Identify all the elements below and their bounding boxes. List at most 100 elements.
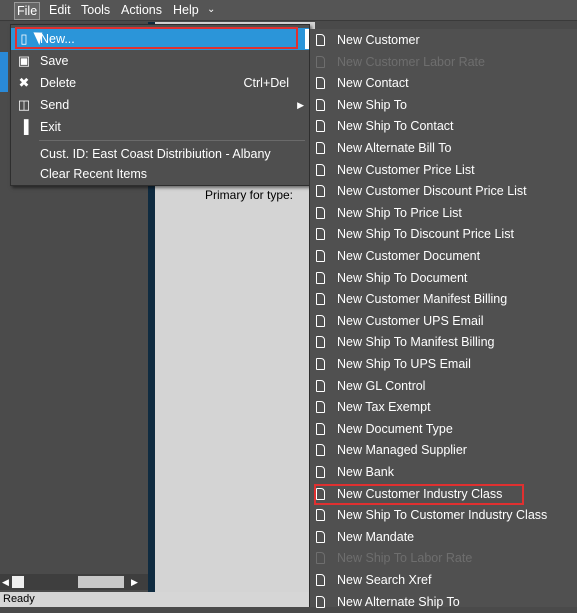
send-icon: ◫ (17, 97, 31, 112)
menu-help[interactable]: Help (170, 2, 202, 18)
new-document-icon (316, 228, 325, 241)
submenu-item-label: New Ship To Price List (337, 205, 462, 220)
submenu-item[interactable]: New Search Xref (310, 570, 577, 592)
submenu-item[interactable]: New Alternate Ship To (310, 592, 577, 613)
submenu-item[interactable]: New Managed Supplier (310, 440, 577, 462)
submenu-item[interactable]: New Bank (310, 462, 577, 484)
submenu-item[interactable]: New Ship To Customer Industry Class (310, 505, 577, 527)
scroll-handle-left[interactable] (12, 576, 24, 588)
menu-item-delete[interactable]: ✖ Delete Ctrl+Del (11, 72, 309, 94)
submenu-item[interactable]: New Ship To Contact (310, 116, 577, 138)
submenu-item[interactable]: New Customer Discount Price List (310, 181, 577, 203)
new-document-icon (316, 466, 325, 478)
submenu-item[interactable]: New Customer Price List (310, 160, 577, 182)
scroll-left-icon[interactable]: ◀ (2, 577, 9, 588)
menu-overflow-icon[interactable]: ⌄ (204, 2, 218, 18)
new-document-icon (316, 163, 325, 176)
new-document-icon (316, 336, 325, 349)
submenu-item-label: New Customer Labor Rate (337, 54, 485, 69)
submenu-item-label: New Managed Supplier (337, 443, 467, 458)
submenu-item: New Customer Labor Rate (310, 52, 577, 74)
scroll-right-icon[interactable]: ▶ (131, 577, 138, 588)
status-text: Ready (3, 593, 35, 605)
submenu-item[interactable]: New Document Type (310, 419, 577, 441)
submenu-item[interactable]: New Contact (310, 73, 577, 95)
menu-item-recent[interactable]: Cust. ID: East Coast Distribiution - Alb… (11, 143, 309, 165)
submenu-item[interactable]: New Ship To Price List (310, 203, 577, 225)
new-document-icon (316, 250, 325, 262)
submenu-item[interactable]: New Alternate Bill To (310, 138, 577, 160)
delete-icon: ✖ (18, 75, 30, 90)
submenu-item[interactable]: New Customer UPS Email (310, 311, 577, 333)
new-document-icon (316, 379, 325, 392)
submenu-item-label: New Customer Price List (337, 162, 475, 177)
menu-item-save-label: Save (40, 54, 69, 68)
new-document-icon (316, 98, 325, 111)
menu-tools[interactable]: Tools (78, 2, 113, 18)
annotation-highlight-new (15, 27, 298, 49)
new-document-icon (316, 444, 325, 457)
menu-edit[interactable]: Edit (46, 2, 74, 18)
horizontal-scrollbar[interactable]: ◀ ▶ (0, 574, 148, 590)
submenu-item[interactable]: New Mandate (310, 527, 577, 549)
new-document-icon (316, 77, 325, 90)
submenu-item[interactable]: New Tax Exempt (310, 397, 577, 419)
submenu-item-label: New Alternate Ship To (337, 594, 460, 609)
submenu-item[interactable]: New Ship To Manifest Billing (310, 332, 577, 354)
new-document-icon (316, 530, 325, 543)
submenu-item-label: New Ship To Manifest Billing (337, 335, 495, 350)
menu-item-save[interactable]: ▣ Save (11, 50, 309, 72)
submenu-item-label: New Bank (337, 465, 394, 479)
new-document-icon (316, 142, 325, 154)
submenu-item-label: New Ship To (337, 97, 407, 112)
submenu-item[interactable]: New Ship To UPS Email (310, 354, 577, 376)
submenu-item[interactable]: New Ship To Discount Price List (310, 224, 577, 246)
new-submenu: New Customer New Customer Labor Rate New C… (309, 29, 577, 609)
status-bar: Ready (0, 592, 309, 607)
submenu-item-label: New Customer UPS Email (337, 313, 484, 328)
submenu-item[interactable]: New Customer (310, 30, 577, 52)
submenu-item[interactable]: New Ship To (310, 95, 577, 117)
submenu-item-label: New Customer Discount Price List (337, 184, 527, 199)
menu-item-recent-label: Cust. ID: East Coast Distribiution - Alb… (40, 147, 271, 161)
submenu-item-label: New Document Type (337, 421, 453, 436)
file-menu: ▯ New... ▣ Save ✖ Delete Ctrl+Del ◫ Send… (10, 24, 315, 186)
submenu-item-label: New Ship To Discount Price List (337, 227, 514, 242)
submenu-item[interactable]: New Customer Document (310, 246, 577, 268)
submenu-item-label: New Customer (337, 33, 420, 47)
submenu-item[interactable]: New Customer Manifest Billing (310, 289, 577, 311)
menu-file[interactable]: File (14, 2, 41, 20)
menu-item-send[interactable]: ◫ Send ▶ (11, 94, 309, 116)
new-document-icon (316, 574, 325, 586)
submenu-arrow-icon: ▶ (297, 100, 304, 110)
delete-shortcut: Ctrl+Del (243, 76, 290, 90)
new-document-icon (316, 206, 325, 219)
new-document-icon (316, 314, 325, 327)
new-document-icon (316, 185, 325, 198)
menu-actions[interactable]: Actions (118, 2, 165, 18)
new-document-icon (316, 595, 325, 608)
save-icon: ▣ (17, 53, 31, 68)
submenu-item-label: New Mandate (337, 529, 415, 544)
submenu-item: New Ship To Labor Rate (310, 548, 577, 570)
new-document-icon (316, 271, 325, 284)
submenu-item[interactable]: New GL Control (310, 376, 577, 398)
submenu-item-label: New Tax Exempt (337, 400, 431, 415)
submenu-item-label: New Alternate Bill To (337, 141, 452, 155)
submenu-item-label: New Customer Manifest Billing (337, 292, 508, 307)
exit-icon: ▐ (19, 119, 29, 134)
menu-item-clear-recent[interactable]: Clear Recent Items (11, 163, 309, 185)
submenu-item[interactable]: New Ship To Document (310, 268, 577, 290)
submenu-item-label: New Ship To Customer Industry Class (337, 508, 548, 523)
submenu-item-label: New Ship To Labor Rate (337, 551, 473, 566)
submenu-item-label: New Ship To Contact (337, 119, 454, 134)
menu-item-delete-label: Delete (40, 76, 77, 90)
menu-item-exit-label: Exit (40, 120, 61, 134)
submenu-item-label: New Ship To Document (337, 270, 468, 285)
new-document-icon (316, 509, 325, 522)
new-document-icon (316, 552, 325, 565)
menu-item-exit[interactable]: ▐ Exit (11, 116, 309, 138)
submenu-item-label: New Contact (337, 76, 409, 91)
scrollbar-thumb[interactable] (78, 576, 124, 588)
primary-for-type-label: Primary for type: (205, 188, 294, 202)
